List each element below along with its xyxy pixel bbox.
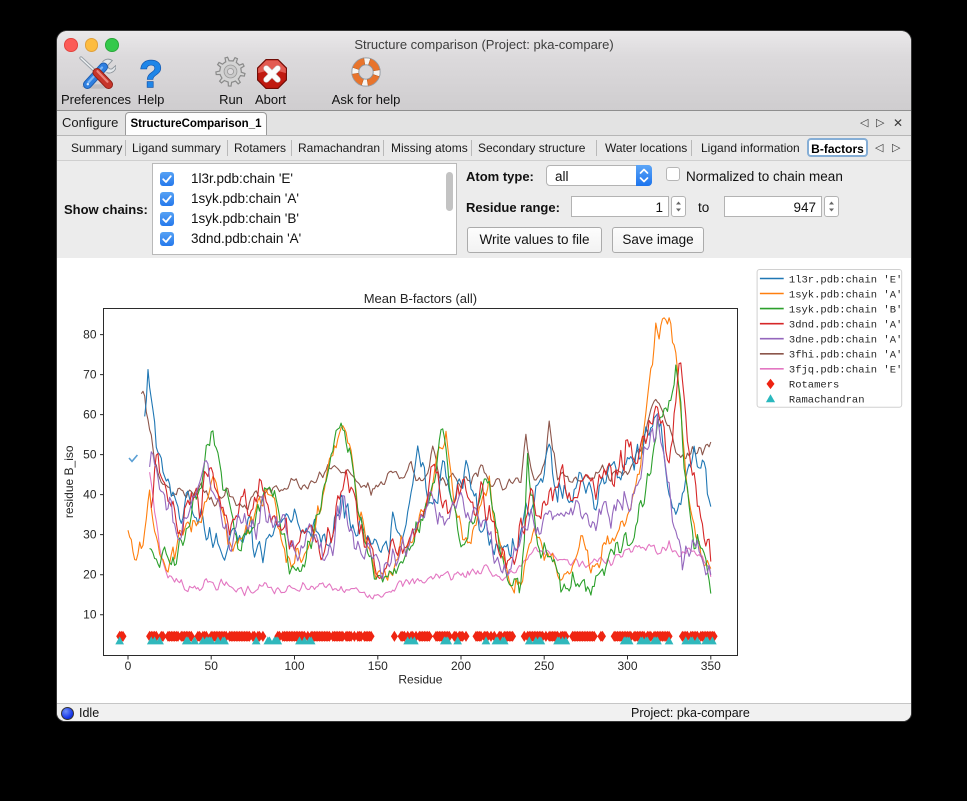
svg-text:150: 150 [368,659,388,673]
svg-text:80: 80 [83,328,97,342]
svg-text:250: 250 [534,659,554,673]
svg-text:100: 100 [284,659,304,673]
svg-text:1l3r.pdb:chain 'E': 1l3r.pdb:chain 'E' [789,274,902,286]
svg-text:3fhi.pdb:chain 'A': 3fhi.pdb:chain 'A' [789,350,902,362]
svg-text:3dne.pdb:chain 'A': 3dne.pdb:chain 'A' [789,335,902,347]
svg-text:Rotamers: Rotamers [789,380,839,392]
svg-text:1syk.pdb:chain 'A': 1syk.pdb:chain 'A' [789,289,902,301]
svg-text:50: 50 [205,659,219,673]
svg-text:3fjq.pdb:chain 'E': 3fjq.pdb:chain 'E' [789,365,902,377]
svg-text:Ramachandran: Ramachandran [789,395,865,407]
svg-text:residue B_iso: residue B_iso [62,445,76,518]
svg-text:0: 0 [125,659,132,673]
svg-text:10: 10 [83,608,97,622]
svg-text:300: 300 [617,659,637,673]
svg-text:350: 350 [701,659,721,673]
svg-text:1syk.pdb:chain 'B': 1syk.pdb:chain 'B' [789,304,902,316]
svg-text:200: 200 [451,659,471,673]
svg-text:Residue: Residue [398,673,442,687]
svg-text:60: 60 [83,408,97,422]
svg-text:20: 20 [83,568,97,582]
svg-text:30: 30 [83,528,97,542]
svg-text:70: 70 [83,368,97,382]
svg-text:50: 50 [83,448,97,462]
svg-text:3dnd.pdb:chain 'A': 3dnd.pdb:chain 'A' [789,320,902,332]
svg-text:40: 40 [83,488,97,502]
svg-text:Mean B-factors (all): Mean B-factors (all) [364,291,477,306]
svg-text:?: ? [139,56,162,91]
